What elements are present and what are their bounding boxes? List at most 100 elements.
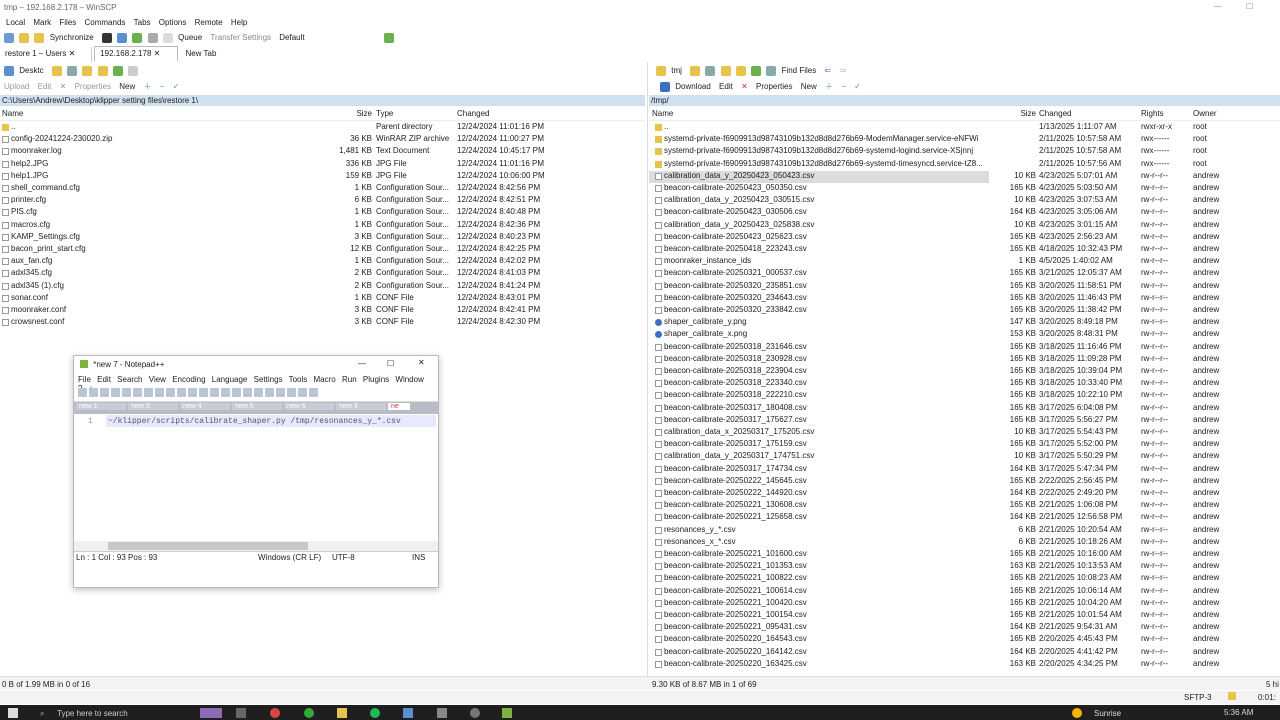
table-row[interactable]: beacon-calibrate-20250317_174734.csv 164 … — [649, 464, 1280, 476]
table-row[interactable]: beacon-calibrate-20250318_223904.csv 165 … — [649, 366, 1280, 378]
queue-button[interactable]: Queue — [178, 33, 202, 42]
horizontal-scrollbar[interactable] — [74, 541, 438, 551]
table-row[interactable]: beacon-calibrate-20250221_101600.csv 165 … — [649, 549, 1280, 561]
np-tab[interactable]: new 5 — [232, 403, 282, 410]
table-row[interactable]: beacon-calibrate-20250221_101353.csv 163 … — [649, 561, 1280, 573]
back-icon[interactable]: ⇐ — [824, 66, 831, 75]
table-row[interactable]: beacon-calibrate-20250317_180408.csv 165 … — [649, 403, 1280, 415]
np-tab[interactable]: new 6 — [284, 403, 334, 410]
menu-help[interactable]: Help — [231, 18, 247, 27]
menu-files[interactable]: Files — [59, 18, 76, 27]
menu-local[interactable]: Local — [6, 18, 25, 27]
paste-icon[interactable] — [177, 388, 186, 397]
forward-icon[interactable]: ⇒ — [839, 66, 846, 75]
table-row[interactable]: beacon-calibrate-20250320_234643.csv 165 … — [649, 293, 1280, 305]
col-rights[interactable]: Rights — [1141, 109, 1164, 118]
table-row[interactable]: macros.cfg 1 KB Configuration Sour... 12/24… — [0, 220, 645, 232]
filter-icon[interactable] — [67, 66, 78, 76]
np-menu-file[interactable]: File — [78, 375, 91, 384]
menu-options[interactable]: Options — [159, 18, 187, 27]
np-tab[interactable]: new 1 — [76, 403, 126, 410]
table-row[interactable]: moonraker.conf 3 KB CONF File 12/24/2024 8:… — [0, 305, 645, 317]
search-icon[interactable]: ⌕ — [40, 709, 44, 719]
np-menu-window[interactable]: Window — [395, 375, 423, 384]
table-row[interactable]: beacon-calibrate-20250222_144920.csv 164 … — [649, 488, 1280, 500]
explorer-icon[interactable] — [337, 708, 347, 718]
np-tab-active[interactable]: ne — [388, 403, 410, 410]
taskbar-search[interactable]: Type here to search — [57, 709, 128, 718]
transfer-settings-select[interactable]: Default — [279, 33, 375, 42]
table-row[interactable]: PIS.cfg 1 KB Configuration Sour... 12/24/20… — [0, 207, 645, 219]
table-row[interactable]: beacon-calibrate-20250317_175627.csv 165 … — [649, 415, 1280, 427]
remote-drive-select[interactable]: tmj — [671, 66, 682, 75]
table-row[interactable]: beacon-calibrate-20250221_125658.csv 164 … — [649, 512, 1280, 524]
macro-icon[interactable] — [298, 388, 307, 397]
tab-restore[interactable]: restore 1 – Users ✕ — [0, 47, 92, 62]
table-row[interactable]: beacon-calibrate-20250318_230928.csv 165 … — [649, 354, 1280, 366]
refresh-icon[interactable] — [751, 66, 762, 76]
np-menu-encoding[interactable]: Encoding — [172, 375, 205, 384]
table-row[interactable]: adxl345.cfg 2 KB Configuration Sour... 12/2… — [0, 268, 645, 280]
table-row[interactable]: calibration_data_x_20250317_175205.csv 10… — [649, 427, 1280, 439]
maximize-button[interactable]: ☐ — [387, 359, 394, 368]
col-owner[interactable]: Owner — [1193, 109, 1217, 118]
new-button[interactable]: New — [801, 82, 817, 91]
chrome-icon[interactable] — [270, 708, 280, 718]
new-file-icon[interactable] — [78, 388, 87, 397]
new-button[interactable]: New — [119, 82, 135, 91]
clock[interactable]: 5:36 AM — [1224, 708, 1253, 717]
folder-icon[interactable] — [19, 33, 30, 43]
check-icon[interactable]: ✓ — [854, 82, 861, 91]
root-folder-icon[interactable] — [97, 66, 108, 76]
left-path-bar[interactable]: C:\Users\Andrew\Desktop\klipper setting … — [0, 95, 645, 106]
np-menu-search[interactable]: Search — [117, 375, 142, 384]
col-size[interactable]: Size — [330, 109, 372, 118]
table-row[interactable]: systemd-private-f6909913d98743109b132d8d… — [649, 134, 1280, 146]
wrap-icon[interactable] — [265, 388, 274, 397]
synchronize-button[interactable]: Synchronize — [50, 33, 94, 42]
paragraph-icon[interactable] — [287, 388, 296, 397]
table-row[interactable]: shaper_calibrate_x.png 153 KB 3/20/2025 8:… — [649, 329, 1280, 341]
table-row[interactable]: bacon_print_start.cfg 12 KB Configuration … — [0, 244, 645, 256]
table-row[interactable]: resonances_x_*.csv 6 KB 2/21/2025 10:18:26… — [649, 537, 1280, 549]
np-tab[interactable]: new 3 — [336, 403, 386, 410]
parent-folder-icon[interactable] — [82, 66, 93, 76]
edit-button[interactable]: Edit — [38, 82, 52, 91]
table-row[interactable]: beacon-calibrate-20250221_100822.csv 165 … — [649, 573, 1280, 585]
maximize-button[interactable]: ☐ — [1246, 2, 1253, 11]
table-row[interactable]: beacon-calibrate-20250220_164142.csv 164 … — [649, 647, 1280, 659]
table-row[interactable]: beacon-calibrate-20250221_130608.csv 165 … — [649, 500, 1280, 512]
table-row[interactable]: beacon-calibrate-20250221_100420.csv 165 … — [649, 598, 1280, 610]
np-tab[interactable]: new 4 — [180, 403, 230, 410]
col-changed[interactable]: Changed — [1039, 109, 1071, 118]
console-icon[interactable] — [101, 33, 112, 43]
delete-icon[interactable]: ✕ — [741, 82, 748, 91]
app-icon[interactable] — [200, 708, 222, 718]
table-row[interactable]: beacon-calibrate-20250418_223243.csv 165 … — [649, 244, 1280, 256]
np-menu-run[interactable]: Run — [342, 375, 357, 384]
replace-icon[interactable] — [221, 388, 230, 397]
table-row[interactable]: printer.cfg 6 KB Configuration Sour... 12/2… — [0, 195, 645, 207]
spotify-icon[interactable] — [370, 708, 380, 718]
find-files-button[interactable]: Find Files — [782, 66, 817, 75]
play-icon[interactable] — [309, 388, 318, 397]
open-icon[interactable] — [89, 388, 98, 397]
table-row[interactable]: KAMP_Settings.cfg 3 KB Configuration Sour.… — [0, 232, 645, 244]
menu-mark[interactable]: Mark — [33, 18, 51, 27]
table-row[interactable]: moonraker_instance_ids 1 KB 4/5/2025 1:40:… — [649, 256, 1280, 268]
table-row[interactable]: crowsnest.conf 3 KB CONF File 12/24/2024 8:… — [0, 317, 645, 329]
refresh-icon[interactable] — [112, 66, 123, 76]
table-row[interactable]: moonraker.log 1,481 KB Text Document 12/24/… — [0, 146, 645, 158]
save-all-icon[interactable] — [111, 388, 120, 397]
close-button[interactable]: ✕ — [418, 358, 425, 367]
table-row[interactable]: shell_command.cfg 1 KB Configuration Sour.… — [0, 183, 645, 195]
np-menu-macro[interactable]: Macro — [314, 375, 336, 384]
table-row[interactable]: beacon-calibrate-20250423_030506.csv 164 … — [649, 207, 1280, 219]
local-icon[interactable] — [4, 33, 14, 43]
plus-icon[interactable]: ＋ — [144, 81, 152, 92]
back-icon[interactable] — [128, 66, 139, 76]
table-row[interactable]: adxl345 (1).cfg 2 KB Configuration Sour...… — [0, 281, 645, 293]
np-menu-plugins[interactable]: Plugins — [363, 375, 389, 384]
table-row[interactable]: beacon-calibrate-20250318_231646.csv 165 … — [649, 342, 1280, 354]
np-menu-edit[interactable]: Edit — [97, 375, 111, 384]
